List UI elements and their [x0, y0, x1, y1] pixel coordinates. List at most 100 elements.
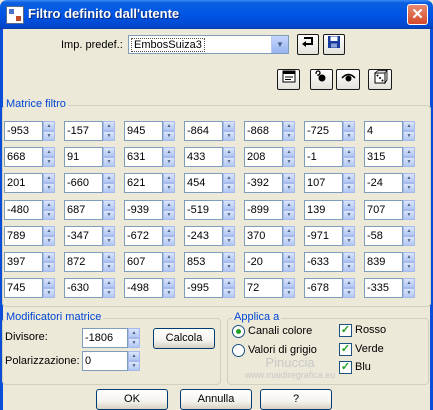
matrix-cell-spinner[interactable]: ▲ ▼ — [343, 147, 355, 167]
matrix-cell[interactable]: ▲▼ — [364, 200, 415, 220]
matrix-cell[interactable]: ▲▼ — [4, 226, 55, 246]
matrix-cell-spinner[interactable]: ▲ ▼ — [403, 200, 415, 220]
divisor-spinner[interactable]: ▲ ▼ — [128, 328, 140, 348]
spin-down-icon[interactable]: ▼ — [43, 262, 55, 272]
matrix-cell[interactable]: ▲▼ — [124, 121, 175, 141]
spin-up-icon[interactable]: ▲ — [43, 278, 55, 288]
matrix-cell-input[interactable] — [64, 252, 103, 272]
spin-up-icon[interactable]: ▲ — [343, 200, 355, 210]
matrix-cell-spinner[interactable]: ▲ ▼ — [403, 121, 415, 141]
matrix-cell[interactable]: ▲▼ — [244, 147, 295, 167]
matrix-cell-spinner[interactable]: ▲ ▼ — [43, 200, 55, 220]
matrix-cell-spinner[interactable]: ▲ ▼ — [103, 147, 115, 167]
matrix-cell-spinner[interactable]: ▲ ▼ — [163, 226, 175, 246]
matrix-cell-input[interactable] — [64, 278, 103, 298]
spin-down-icon[interactable]: ▼ — [403, 183, 415, 193]
matrix-cell[interactable]: ▲▼ — [64, 147, 115, 167]
spin-up-icon[interactable]: ▲ — [403, 252, 415, 262]
spin-up-icon[interactable]: ▲ — [403, 278, 415, 288]
matrix-cell-input[interactable] — [244, 278, 283, 298]
spin-down-icon[interactable]: ▼ — [403, 157, 415, 167]
matrix-cell-input[interactable] — [64, 226, 103, 246]
matrix-cell-spinner[interactable]: ▲ ▼ — [103, 173, 115, 193]
bias-spinner[interactable]: ▲ ▼ — [128, 351, 140, 371]
matrix-cell[interactable]: ▲▼ — [244, 252, 295, 272]
chevron-down-icon[interactable]: ▼ — [271, 36, 288, 53]
matrix-cell-input[interactable] — [364, 200, 403, 220]
matrix-cell[interactable]: ▲▼ — [304, 200, 355, 220]
matrix-cell[interactable]: ▲▼ — [4, 252, 55, 272]
matrix-cell-input[interactable] — [304, 173, 343, 193]
matrix-cell[interactable]: ▲▼ — [304, 121, 355, 141]
matrix-cell-spinner[interactable]: ▲ ▼ — [223, 278, 235, 298]
matrix-cell-spinner[interactable]: ▲ ▼ — [223, 121, 235, 141]
matrix-cell[interactable]: ▲▼ — [364, 147, 415, 167]
spin-down-icon[interactable]: ▼ — [163, 131, 175, 141]
matrix-cell-input[interactable] — [4, 200, 43, 220]
matrix-cell-spinner[interactable]: ▲ ▼ — [403, 226, 415, 246]
matrix-cell-input[interactable] — [124, 147, 163, 167]
preset-select[interactable]: EmbosSuiza3 ▼ — [128, 35, 289, 54]
spin-down-icon[interactable]: ▼ — [283, 183, 295, 193]
spin-up-icon[interactable]: ▲ — [163, 147, 175, 157]
matrix-cell-input[interactable] — [64, 200, 103, 220]
matrix-cell-spinner[interactable]: ▲ ▼ — [343, 252, 355, 272]
spin-down-icon[interactable]: ▼ — [223, 288, 235, 298]
matrix-cell[interactable]: ▲▼ — [4, 173, 55, 193]
spin-down-icon[interactable]: ▼ — [343, 183, 355, 193]
matrix-cell[interactable]: ▲▼ — [244, 173, 295, 193]
matrix-cell-input[interactable] — [124, 252, 163, 272]
spin-up-icon[interactable]: ▲ — [163, 121, 175, 131]
spin-down-icon[interactable]: ▼ — [403, 131, 415, 141]
spin-up-icon[interactable]: ▲ — [403, 226, 415, 236]
spin-up-icon[interactable]: ▲ — [283, 226, 295, 236]
title-bar[interactable]: Filtro definito dall'utente ✕ — [0, 0, 433, 29]
matrix-cell-input[interactable] — [304, 200, 343, 220]
matrix-cell[interactable]: ▲▼ — [184, 278, 235, 298]
matrix-cell-spinner[interactable]: ▲ ▼ — [283, 173, 295, 193]
spin-up-icon[interactable]: ▲ — [43, 252, 55, 262]
matrix-cell-spinner[interactable]: ▲ ▼ — [283, 278, 295, 298]
spin-up-icon[interactable]: ▲ — [163, 252, 175, 262]
divisor-input[interactable] — [82, 328, 128, 348]
spin-up-icon[interactable]: ▲ — [343, 173, 355, 183]
spin-down-icon[interactable]: ▼ — [343, 131, 355, 141]
spin-down-icon[interactable]: ▼ — [43, 288, 55, 298]
matrix-cell-input[interactable] — [124, 278, 163, 298]
spin-down-icon[interactable]: ▼ — [128, 338, 140, 348]
spin-up-icon[interactable]: ▲ — [343, 252, 355, 262]
spin-up-icon[interactable]: ▲ — [403, 200, 415, 210]
matrix-cell-input[interactable] — [244, 121, 283, 141]
matrix-cell-input[interactable] — [244, 173, 283, 193]
ok-button[interactable]: OK — [96, 389, 168, 410]
spin-up-icon[interactable]: ▲ — [128, 351, 140, 361]
spin-up-icon[interactable]: ▲ — [283, 173, 295, 183]
matrix-cell-input[interactable] — [124, 121, 163, 141]
matrix-cell[interactable]: ▲▼ — [244, 121, 295, 141]
proof-button[interactable] — [310, 69, 333, 90]
matrix-cell-input[interactable] — [304, 147, 343, 167]
matrix-cell-input[interactable] — [184, 147, 223, 167]
matrix-cell[interactable]: ▲▼ — [64, 121, 115, 141]
matrix-cell[interactable]: ▲▼ — [244, 200, 295, 220]
spin-down-icon[interactable]: ▼ — [283, 131, 295, 141]
cancel-button[interactable]: Annulla — [180, 389, 252, 410]
spin-up-icon[interactable]: ▲ — [223, 226, 235, 236]
spin-up-icon[interactable]: ▲ — [283, 200, 295, 210]
calculate-button[interactable]: Calcola — [153, 328, 215, 349]
matrix-cell-spinner[interactable]: ▲ ▼ — [223, 226, 235, 246]
matrix-cell-spinner[interactable]: ▲ ▼ — [403, 278, 415, 298]
matrix-cell-input[interactable] — [4, 147, 43, 167]
spin-up-icon[interactable]: ▲ — [103, 147, 115, 157]
matrix-cell-input[interactable] — [304, 252, 343, 272]
matrix-cell[interactable]: ▲▼ — [184, 226, 235, 246]
spin-up-icon[interactable]: ▲ — [343, 278, 355, 288]
spin-up-icon[interactable]: ▲ — [223, 173, 235, 183]
matrix-cell-input[interactable] — [4, 226, 43, 246]
spin-up-icon[interactable]: ▲ — [343, 226, 355, 236]
spin-up-icon[interactable]: ▲ — [223, 252, 235, 262]
matrix-cell-input[interactable] — [364, 252, 403, 272]
matrix-cell-spinner[interactable]: ▲ ▼ — [43, 147, 55, 167]
spin-up-icon[interactable]: ▲ — [283, 252, 295, 262]
matrix-cell[interactable]: ▲▼ — [124, 252, 175, 272]
